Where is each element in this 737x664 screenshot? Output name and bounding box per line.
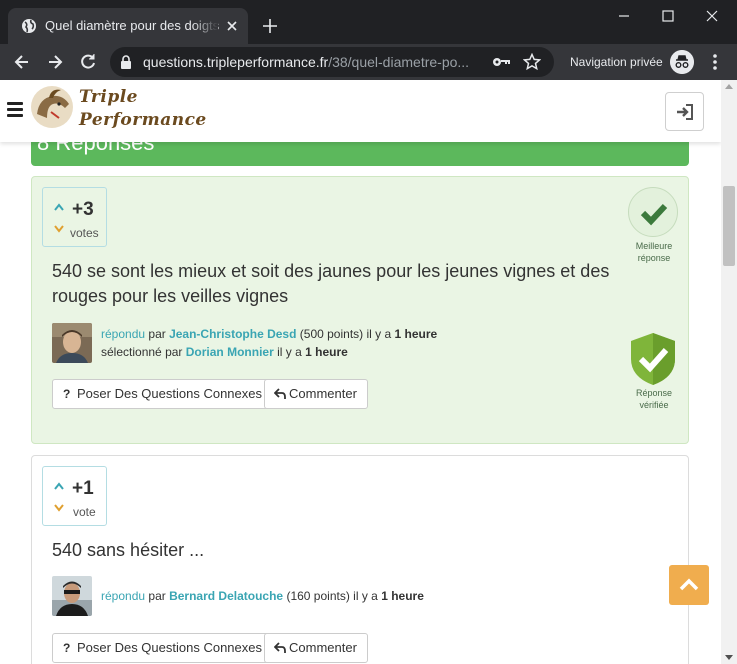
selected-line: sélectionné par Dorian Monnier il y a 1 … [101,343,437,361]
ask-related-question-button[interactable]: ? Poser Des Questions Connexes [52,379,273,409]
incognito-label[interactable]: Navigation privée [570,54,663,70]
ask-related-question-button[interactable]: ? Poser Des Questions Connexes [52,633,273,663]
site-logo-text[interactable]: Triple Performance [79,86,207,132]
answered-line: répondu par Jean-Christophe Desd (500 po… [101,325,437,343]
back-icon[interactable] [12,52,32,72]
best-answer-badge[interactable] [628,187,678,237]
verified-answer-badge [628,331,678,387]
best-label-line-1: Meilleure [635,241,673,251]
minimize-icon[interactable] [612,6,636,26]
comment-label: Commenter [289,386,357,401]
bookmark-star-icon[interactable] [523,53,541,71]
selector-link[interactable]: Dorian Monnier [186,345,274,359]
best-answer: +3 votes Meilleure réponse 540 se sont l… [31,176,689,444]
vote-up-icon[interactable] [54,482,64,490]
browser-tab-strip: Quel diamètre pour des doigts K [0,0,737,44]
avatar[interactable] [52,323,92,363]
by-word: par [148,589,166,603]
url-path: /38/quel-diametre-po... [328,54,470,70]
close-tab-icon[interactable] [224,18,240,34]
reload-icon[interactable] [78,52,98,72]
logo-line-2: Performance [79,110,207,130]
author-link[interactable]: Jean-Christophe Desd [169,327,296,341]
vote-count: +3 [72,199,94,220]
vote-count: +1 [72,478,94,499]
globe-icon [22,19,36,33]
scroll-to-top-button[interactable] [669,565,709,605]
question-icon: ? [63,387,71,401]
comment-button[interactable]: Commenter [264,633,368,663]
author-link[interactable]: Bernard Delatouche [169,589,283,603]
answered-link[interactable]: répondu [101,589,145,603]
lock-icon[interactable] [120,55,132,69]
answered-line: répondu par Bernard Delatouche (160 poin… [101,587,424,605]
avatar[interactable] [52,576,92,616]
new-tab-icon[interactable] [260,16,280,36]
verified-answer-label: Réponse vérifiée [624,387,684,411]
scrollbar-thumb[interactable] [723,186,735,266]
time-prefix: il y a [366,327,392,341]
reply-icon [274,642,286,653]
key-icon[interactable] [492,55,510,69]
page-scrollbar[interactable] [721,80,737,664]
author-points: (500 points) [299,327,364,341]
answer-text: 540 sans hésiter ... [52,540,205,560]
url-host: questions.tripleperformance.fr [143,54,329,70]
maximize-icon[interactable] [656,6,680,26]
address-bar[interactable]: questions.tripleperformance.fr/38/quel-d… [110,47,554,77]
selected-action: sélectionné [101,345,162,359]
answer-time: 1 heure [381,589,424,603]
vote-down-icon[interactable] [54,504,64,512]
logo-line-1: Triple [79,87,138,107]
site-header: Triple Performance [0,80,721,142]
time-prefix: il y a [353,589,378,603]
selected-by-word: par [165,345,183,359]
vote-label: vote [73,505,96,519]
question-icon: ? [63,641,71,655]
goat-logo-icon[interactable] [29,84,75,130]
answer-meta: répondu par Bernard Delatouche (160 poin… [101,587,424,605]
browser-toolbar: questions.tripleperformance.fr/38/quel-d… [0,44,737,80]
selected-time: 1 heure [305,345,348,359]
answer-text: 540 se sont les mieux et soit des jaunes… [52,261,610,306]
author-points: (160 points) [286,589,350,603]
more-menu-icon[interactable] [707,52,723,72]
scroll-up-arrow-icon[interactable] [725,84,733,89]
hamburger-menu-icon[interactable] [7,102,23,118]
browser-tab[interactable]: Quel diamètre pour des doigts K [8,8,248,44]
url-text[interactable]: questions.tripleperformance.fr/38/quel-d… [143,54,483,70]
answered-link[interactable]: répondu [101,327,145,341]
vote-down-icon[interactable] [54,225,64,233]
incognito-icon[interactable] [670,50,694,74]
comment-button[interactable]: Commenter [264,379,368,409]
ask-related-label: Poser Des Questions Connexes [77,386,262,401]
shield-check-icon [631,333,675,385]
scroll-down-arrow-icon[interactable] [725,655,733,660]
login-button[interactable] [665,92,704,131]
checkmark-icon [640,203,668,226]
page-viewport: Triple Performance 8 Réponses +3 votes M… [0,80,721,664]
forward-icon[interactable] [45,52,65,72]
vote-up-icon[interactable] [54,203,64,211]
vote-label: votes [70,226,99,240]
by-word: par [148,327,166,341]
reply-icon [274,388,286,399]
vote-box: +3 votes [42,187,107,247]
comment-label: Commenter [289,640,357,655]
verified-label-line-2: vérifiée [639,400,669,410]
vote-box: +1 vote [42,466,107,526]
verified-label-line-1: Réponse [635,388,673,398]
ask-related-label: Poser Des Questions Connexes [77,640,262,655]
chevron-up-icon [679,578,699,591]
tab-title-fade [192,14,218,38]
answer: +1 vote 540 sans hésiter ... répondu par… [31,455,689,664]
selected-time-prefix: il y a [277,345,302,359]
sign-in-icon [677,104,693,120]
answer-meta: répondu par Jean-Christophe Desd (500 po… [101,325,437,361]
close-window-icon[interactable] [700,6,724,26]
answer-time: 1 heure [394,327,438,341]
